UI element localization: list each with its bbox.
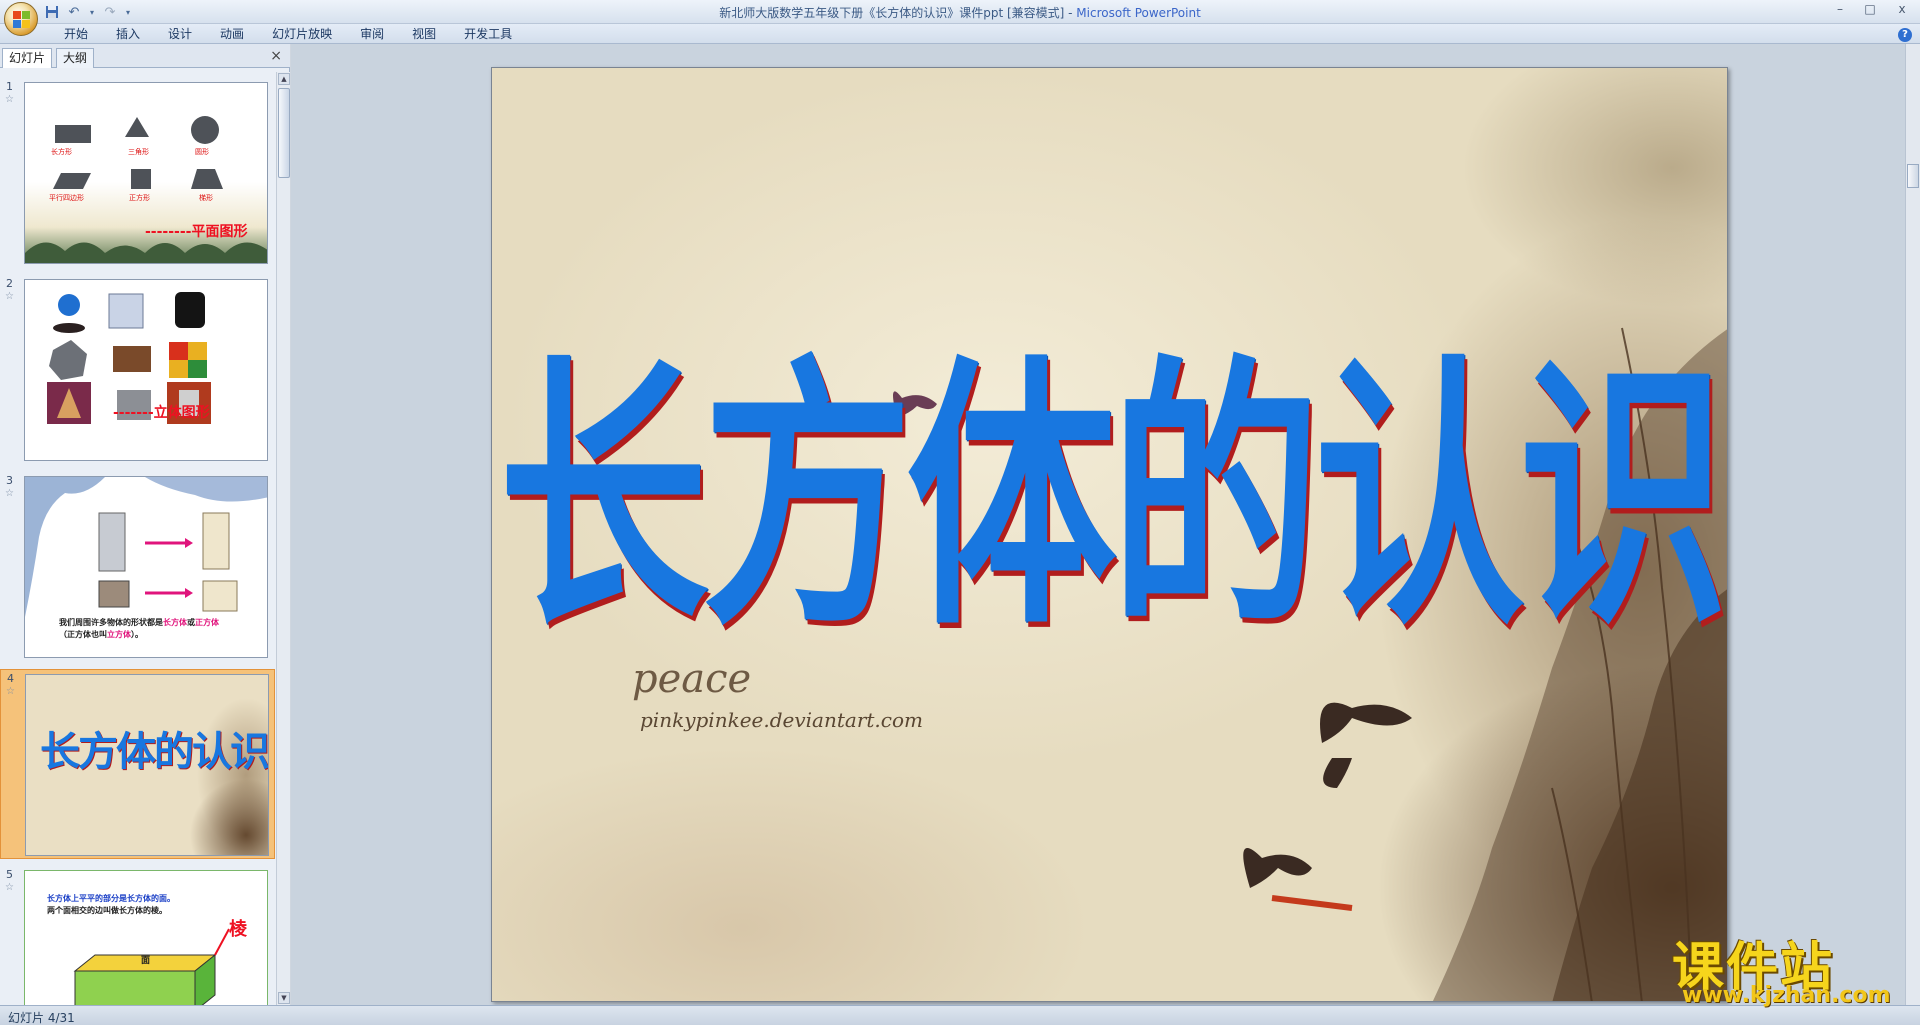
shape-label: 平行四边形 — [49, 194, 84, 202]
office-button[interactable] — [4, 2, 38, 36]
scroll-up-icon[interactable]: ▲ — [278, 73, 290, 85]
text-run: 或 — [187, 618, 195, 627]
animation-star-icon: ☆ — [5, 94, 14, 105]
text-run: ）。 — [131, 630, 143, 639]
maximize-button[interactable]: □ — [1856, 0, 1884, 20]
slide-number: 1 — [6, 80, 13, 93]
slide-thumbnail-5[interactable]: 5 ☆ 长方体上平平的部分是长方体的面。 两个面相交的边叫做长方体的棱。 棱 面 — [0, 866, 275, 1005]
text-run: 我们周围许多物体的形状都是 — [59, 618, 163, 627]
slide-number: 3 — [6, 474, 13, 487]
slide-caption: --------平面图形 — [145, 224, 248, 240]
status-bar: 幻灯片 4/31 — [0, 1005, 1920, 1025]
animation-star-icon: ☆ — [6, 686, 15, 697]
ribbon-tab-strip: 开始 插入 设计 动画 幻灯片放映 审阅 视图 开发工具 ? — [0, 24, 1920, 44]
text-run-highlight: 正方体 — [195, 618, 219, 627]
tab-view[interactable]: 视图 — [398, 26, 450, 42]
pane-tabs: 幻灯片 大纲 × — [0, 44, 290, 68]
slide-preview: 我们周围许多物体的形状都是长方体或正方体 （正方体也叫立方体）。 — [24, 476, 268, 658]
title-separator: - — [1064, 6, 1077, 20]
slide-preview: 长方体上平平的部分是长方体的面。 两个面相交的边叫做长方体的棱。 棱 面 — [24, 870, 268, 1005]
slide-number: 2 — [6, 277, 13, 290]
slide-thumbnail-4[interactable]: 4 ☆ 长方体的认识 — [0, 669, 275, 859]
signature-url: pinkypinkee.deviantart.com — [640, 708, 923, 732]
tab-animation[interactable]: 动画 — [206, 26, 258, 42]
tab-outline[interactable]: 大纲 — [56, 48, 95, 68]
text-run-highlight: 长方体 — [163, 618, 187, 627]
slide-number: 4 — [7, 672, 14, 685]
slide-thumbnail-2[interactable]: 2 ☆ -------立体图形 — [0, 275, 275, 465]
thumbnail-scrollbar[interactable]: ▲ ▼ — [276, 72, 290, 1005]
animation-star-icon: ☆ — [5, 882, 14, 893]
office-logo-icon — [13, 11, 31, 29]
window-title: 新北师大版数学五年级下册《长方体的认识》课件ppt [兼容模式] - Micro… — [0, 4, 1920, 21]
slide-title: 长方体的认识 — [40, 728, 268, 775]
slide-caption: -------立体图形 — [113, 405, 210, 421]
tab-design[interactable]: 设计 — [154, 26, 206, 42]
tab-slides[interactable]: 幻灯片 — [2, 48, 53, 68]
text-run: （正方体也叫 — [59, 630, 107, 639]
slide-text: （正方体也叫立方体）。 — [59, 629, 143, 640]
slide-preview: 长方体的认识 — [25, 674, 269, 856]
grass-decoration — [25, 242, 267, 263]
tab-slideshow[interactable]: 幻灯片放映 — [258, 26, 346, 42]
kjzhan-watermark: 课件站 www.kjzhan.com — [1668, 925, 1908, 1008]
document-name: 新北师大版数学五年级下册《长方体的认识》课件ppt [兼容模式] — [719, 6, 1065, 20]
slide-counter: 幻灯片 4/31 — [8, 1011, 75, 1025]
shape-label: 长方形 — [51, 148, 72, 156]
text-run-highlight: 立方体 — [107, 630, 131, 639]
title-bar: ↶ ▾ ↷ ▾ 新北师大版数学五年级下册《长方体的认识》课件ppt [兼容模式]… — [0, 0, 1920, 36]
scrollbar-thumb[interactable] — [1907, 164, 1919, 188]
signature-text: peace — [632, 656, 752, 702]
watermark-url: www.kjzhan.com — [1682, 983, 1891, 1008]
thumbnail-list: 1 ☆ 长方形 三角形 圆形 平行四边形 正方形 梯形 --------平面图形… — [0, 72, 275, 1005]
minimize-button[interactable]: – — [1826, 0, 1854, 20]
editor-scrollbar[interactable] — [1905, 44, 1920, 1005]
shape-label: 三角形 — [128, 148, 149, 156]
shape-label: 梯形 — [199, 194, 213, 202]
slides-pane: 幻灯片 大纲 × 1 ☆ 长方形 三角形 圆形 平行四边形 正方形 梯形 ---… — [0, 44, 290, 1005]
animation-star-icon: ☆ — [5, 488, 14, 499]
scrollbar-thumb[interactable] — [278, 88, 290, 178]
close-button[interactable]: x — [1888, 0, 1916, 20]
slide-2-objects — [47, 292, 211, 424]
tab-insert[interactable]: 插入 — [102, 26, 154, 42]
slide-preview: -------立体图形 — [24, 279, 268, 461]
slide-preview: 长方形 三角形 圆形 平行四边形 正方形 梯形 --------平面图形 — [24, 82, 268, 264]
slide-title[interactable]: 长方体的认识 — [492, 268, 1727, 678]
animation-star-icon: ☆ — [5, 291, 14, 302]
app-name: Microsoft PowerPoint — [1076, 6, 1201, 20]
close-pane-icon[interactable]: × — [270, 48, 282, 64]
slide-thumbnail-3[interactable]: 3 ☆ 我们周围许多物体的形状都是长方体或正方体 （正方体也叫立方体）。 — [0, 472, 275, 662]
current-slide[interactable]: 长方体的认识 peace pinkypinkee.deviantart.com — [491, 67, 1728, 1002]
ribbon-tabs: 开始 插入 设计 动画 幻灯片放映 审阅 视图 开发工具 — [50, 26, 526, 42]
slide-thumbnail-1[interactable]: 1 ☆ 长方形 三角形 圆形 平行四边形 正方形 梯形 --------平面图形 — [0, 78, 275, 268]
slide-editor: 长方体的认识 peace pinkypinkee.deviantart.com — [291, 44, 1920, 1005]
scroll-down-icon[interactable]: ▼ — [278, 992, 290, 1004]
slide-number: 5 — [6, 868, 13, 881]
slide-text: 我们周围许多物体的形状都是长方体或正方体 — [59, 617, 219, 628]
shape-label: 正方形 — [129, 194, 150, 202]
face-label: 面 — [141, 956, 151, 966]
tab-home[interactable]: 开始 — [50, 26, 102, 42]
tab-review[interactable]: 审阅 — [346, 26, 398, 42]
help-icon[interactable]: ? — [1898, 28, 1912, 42]
edge-label: 棱 — [229, 919, 247, 940]
shape-label: 圆形 — [195, 148, 209, 156]
tab-developer[interactable]: 开发工具 — [450, 26, 526, 42]
